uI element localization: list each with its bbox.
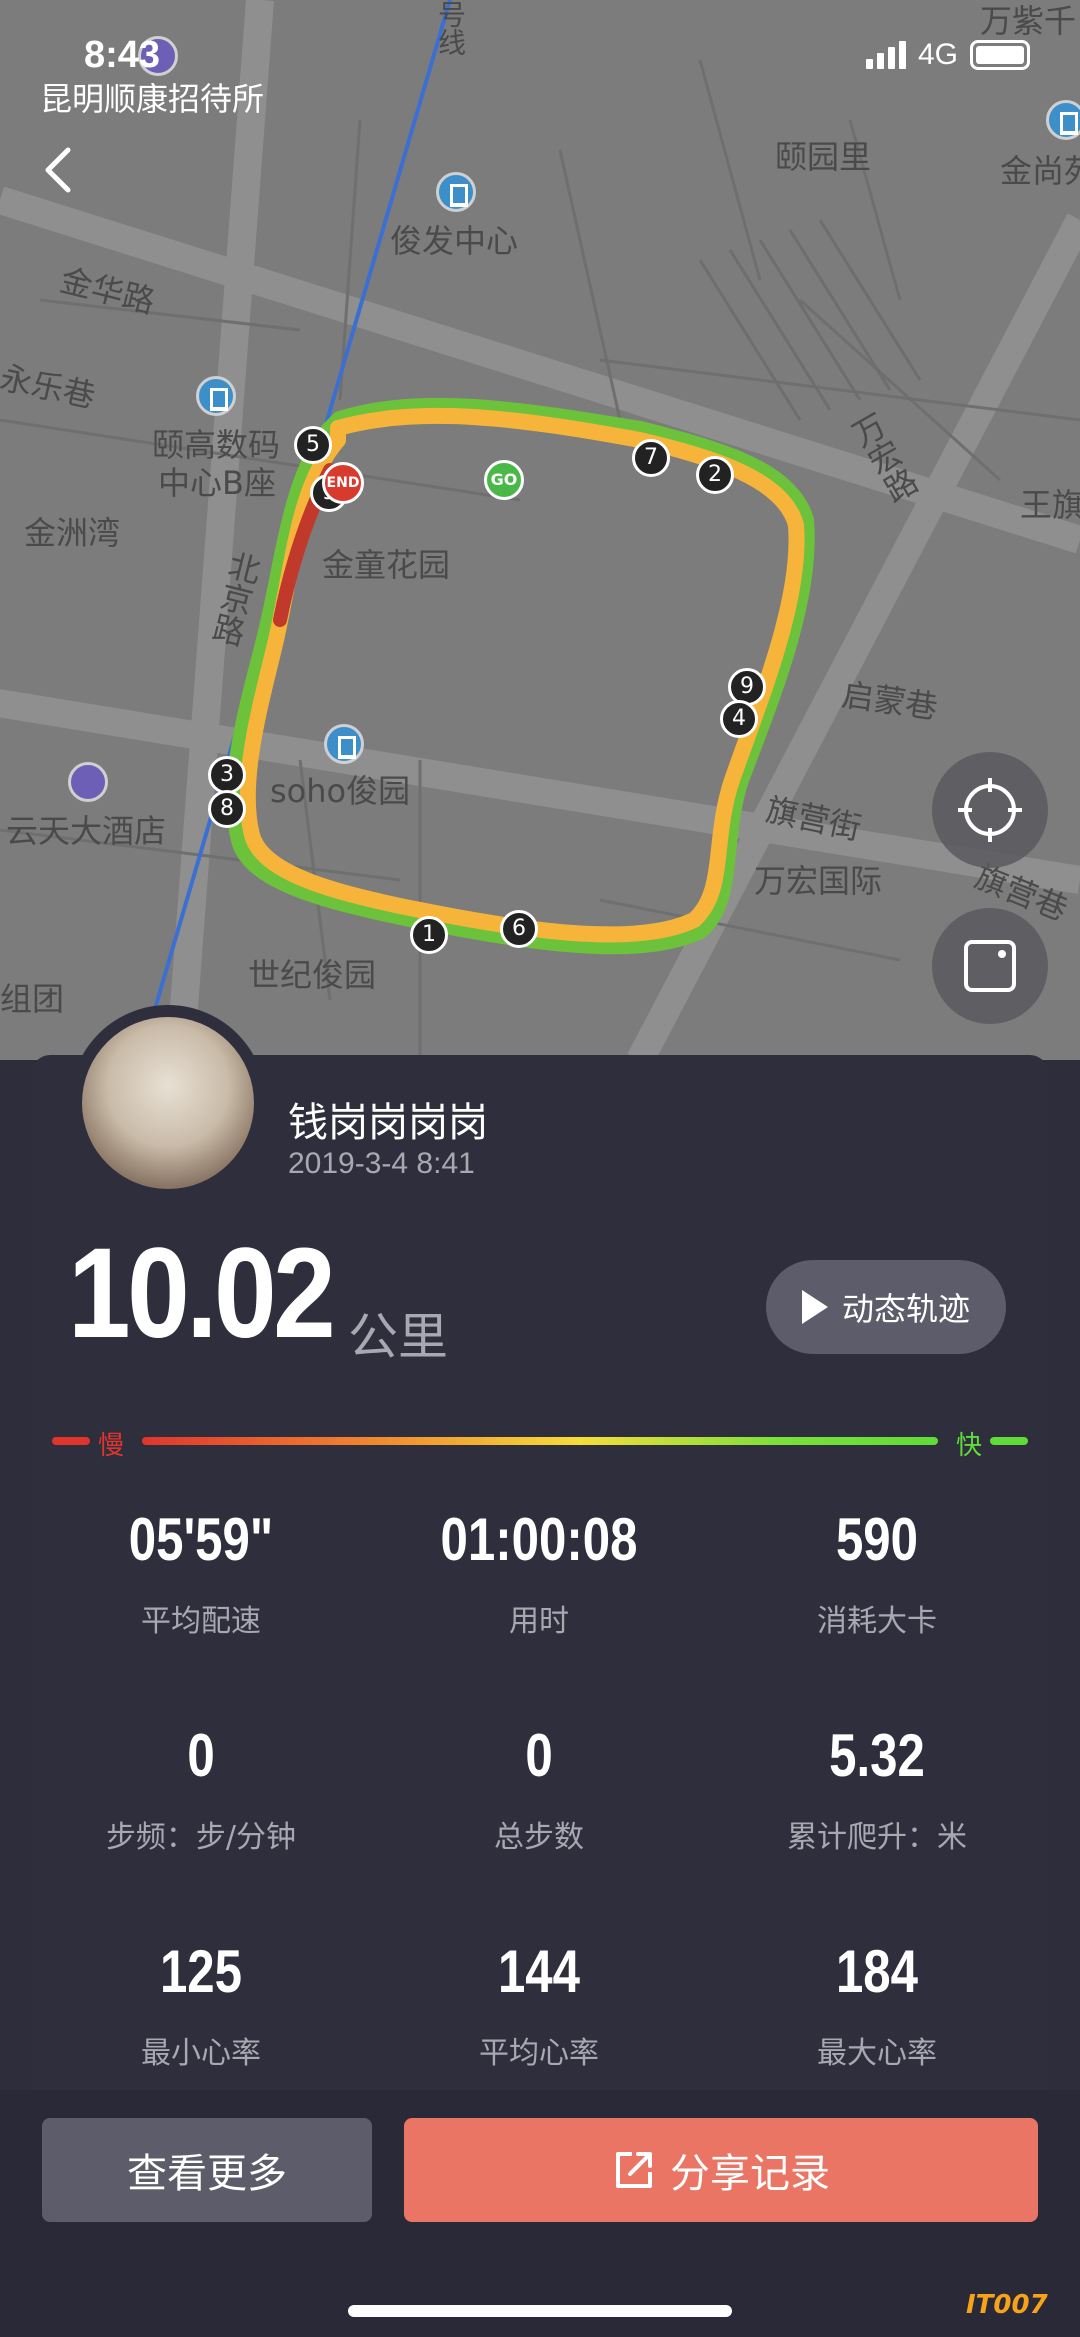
- building-icon: [436, 172, 476, 212]
- stat-value: 5.32: [829, 1722, 925, 1789]
- km-marker: 3: [208, 756, 246, 794]
- share-icon: [616, 2152, 652, 2188]
- stat-label: 步频：步/分钟: [105, 1820, 297, 1855]
- map-label-jintong: 金童花园: [322, 546, 451, 584]
- chevron-left-icon: [45, 147, 71, 193]
- stat-value: 125: [159, 1938, 243, 2005]
- replay-track-button[interactable]: 动态轨迹: [766, 1260, 1006, 1354]
- stat-avg-pace: 05'59" 平均配速: [32, 1505, 370, 1640]
- km-marker: 7: [632, 439, 670, 477]
- map-label-jinzhou: 金洲湾: [24, 514, 121, 552]
- stat-label: 消耗大卡: [817, 1604, 937, 1639]
- play-icon: [801, 1290, 828, 1324]
- km-marker: 4: [720, 700, 758, 738]
- km-marker: 1: [410, 916, 448, 954]
- km-marker: 6: [500, 910, 538, 948]
- stat-cadence: 0 步频：步/分钟: [32, 1721, 370, 1856]
- signal-icon: [865, 41, 906, 69]
- stat-label: 平均心率: [479, 2036, 599, 2071]
- stat-duration: 01:00:08 用时: [370, 1505, 708, 1640]
- user-name: 钱岗岗岗岗: [288, 1100, 488, 1146]
- run-summary-card: 钱岗岗岗岗 2019-3-4 8:41 10.02 公里 动态轨迹 慢 快 05…: [32, 1005, 1048, 2105]
- stat-elevation: 5.32 累计爬升：米: [708, 1721, 1046, 1856]
- watermark-logo: IT007: [966, 2290, 1048, 2320]
- pace-fast-label: 快: [955, 1431, 982, 1461]
- map-label-yigao2: 中心B座: [158, 464, 276, 502]
- building-icon: [196, 376, 236, 416]
- stat-value: 01:00:08: [440, 1506, 638, 1573]
- share-label: 分享记录: [670, 2151, 830, 2197]
- stat-value: 0: [187, 1722, 215, 1789]
- status-indicators: 4G: [865, 38, 1030, 72]
- start-marker: GO: [484, 460, 524, 500]
- pace-slow-dash: [52, 1437, 90, 1445]
- map-label-wanzi: 万紫千: [980, 2, 1077, 40]
- back-button[interactable]: [30, 140, 90, 200]
- map-streets: [0, 0, 1080, 1060]
- battery-icon: [970, 40, 1030, 70]
- stat-total-steps: 0 总步数: [370, 1721, 708, 1856]
- square-icon: [964, 940, 1016, 992]
- stat-calories: 590 消耗大卡: [708, 1505, 1046, 1640]
- map-label-shiji: 世纪俊园: [248, 956, 377, 994]
- stat-label: 累计爬升：米: [787, 1820, 967, 1855]
- building-icon: [1046, 100, 1080, 140]
- pace-legend: 慢 快: [52, 1425, 1028, 1461]
- pace-gradient: [142, 1437, 938, 1445]
- stat-min-hr: 125 最小心率: [32, 1937, 370, 2072]
- stat-value: 184: [835, 1938, 919, 2005]
- avatar[interactable]: [70, 1005, 266, 1201]
- bottom-action-bar: 查看更多 分享记录 IT007: [0, 2090, 1080, 2337]
- distance-value: 10.02: [68, 1222, 336, 1365]
- run-date: 2019-3-4 8:41: [288, 1147, 475, 1180]
- map-label-metro-line: 号线: [434, 0, 467, 56]
- stat-label: 总步数: [494, 1820, 584, 1855]
- stat-label: 最大心率: [817, 2036, 937, 2071]
- fullscreen-button[interactable]: [932, 908, 1048, 1024]
- stat-label: 用时: [509, 1604, 569, 1639]
- stat-max-hr: 184 最大心率: [708, 1937, 1046, 2072]
- replay-label: 动态轨迹: [841, 1290, 970, 1328]
- end-marker: END: [322, 462, 364, 504]
- stat-value: 590: [835, 1506, 919, 1573]
- stat-label: 最小心率: [141, 2036, 261, 2071]
- avatar-image: [82, 1017, 254, 1189]
- stat-value: 05'59": [128, 1506, 274, 1573]
- home-indicator[interactable]: [348, 2305, 732, 2317]
- map-label-wangqi: 王旗: [1020, 486, 1080, 524]
- map-label-yuntian: 云天大酒店: [6, 812, 167, 850]
- pace-slow-label: 慢: [98, 1431, 125, 1461]
- map-label-wanhong-intl: 万宏国际: [754, 862, 883, 900]
- locate-button[interactable]: [932, 752, 1048, 868]
- stat-value: 144: [497, 1938, 581, 2005]
- km-marker: 5: [294, 426, 332, 464]
- pace-fast-dash: [990, 1437, 1028, 1445]
- stat-value: 0: [525, 1722, 553, 1789]
- distance-unit: 公里: [348, 1308, 448, 1366]
- map-label-hostel: 昆明顺康招待所: [40, 80, 265, 118]
- map-label-soho: soho俊园: [270, 772, 411, 810]
- share-record-button[interactable]: 分享记录: [404, 2118, 1038, 2222]
- network-type: 4G: [917, 38, 958, 71]
- stat-label: 平均配速: [141, 1604, 261, 1639]
- building-icon: [324, 724, 364, 764]
- view-more-button[interactable]: 查看更多: [42, 2118, 372, 2222]
- map-label-yiyuanli: 颐园里: [775, 138, 872, 176]
- map-label-jinshang: 金尚苑: [1000, 152, 1080, 190]
- map-label-junfa: 俊发中心: [390, 222, 519, 260]
- hotel-icon: [68, 762, 108, 802]
- crosshair-icon: [958, 778, 1022, 842]
- map-label-zutuan: 组团: [0, 980, 65, 1018]
- stat-avg-hr: 144 平均心率: [370, 1937, 708, 2072]
- route-map[interactable]: 昆明顺康招待所 颐园里 金尚苑 万紫千 俊发中心 金华路 永乐巷 颐高数码 中心…: [0, 0, 1080, 1060]
- km-marker: 8: [208, 790, 246, 828]
- km-marker: 2: [696, 456, 734, 494]
- status-time: 8:43: [84, 34, 161, 76]
